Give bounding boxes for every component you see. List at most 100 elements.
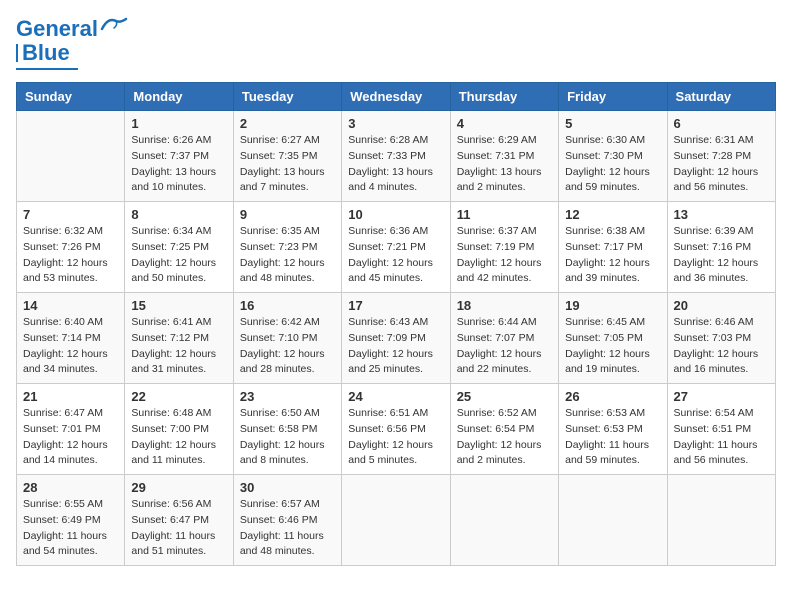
calendar-header-row: SundayMondayTuesdayWednesdayThursdayFrid… xyxy=(17,83,776,111)
day-info: Sunrise: 6:37 AM Sunset: 7:19 PM Dayligh… xyxy=(457,224,552,287)
calendar-week-3: 14 Sunrise: 6:40 AM Sunset: 7:14 PM Dayli… xyxy=(17,293,776,384)
day-info: Sunrise: 6:52 AM Sunset: 6:54 PM Dayligh… xyxy=(457,406,552,469)
day-info: Sunrise: 6:28 AM Sunset: 7:33 PM Dayligh… xyxy=(348,133,443,196)
calendar-cell xyxy=(559,475,667,566)
day-number: 22 xyxy=(131,389,226,404)
calendar-cell xyxy=(342,475,450,566)
day-info: Sunrise: 6:50 AM Sunset: 6:58 PM Dayligh… xyxy=(240,406,335,469)
day-number: 3 xyxy=(348,116,443,131)
calendar-cell xyxy=(450,475,558,566)
day-number: 27 xyxy=(674,389,769,404)
day-info: Sunrise: 6:54 AM Sunset: 6:51 PM Dayligh… xyxy=(674,406,769,469)
day-number: 16 xyxy=(240,298,335,313)
day-number: 17 xyxy=(348,298,443,313)
day-number: 19 xyxy=(565,298,660,313)
calendar-cell: 8 Sunrise: 6:34 AM Sunset: 7:25 PM Daylig… xyxy=(125,202,233,293)
calendar-cell: 12Sunrise: 6:38 AM Sunset: 7:17 PM Dayli… xyxy=(559,202,667,293)
day-number: 30 xyxy=(240,480,335,495)
calendar-cell: 27 Sunrise: 6:54 AM Sunset: 6:51 PM Dayli… xyxy=(667,384,775,475)
day-info: Sunrise: 6:47 AM Sunset: 7:01 PM Dayligh… xyxy=(23,406,118,469)
day-info: Sunrise: 6:30 AM Sunset: 7:30 PM Dayligh… xyxy=(565,133,660,196)
calendar-cell xyxy=(17,111,125,202)
calendar-cell: 20Sunrise: 6:46 AM Sunset: 7:03 PM Dayli… xyxy=(667,293,775,384)
calendar-cell: 9 Sunrise: 6:35 AM Sunset: 7:23 PM Daylig… xyxy=(233,202,341,293)
day-number: 26 xyxy=(565,389,660,404)
calendar-week-5: 28 Sunrise: 6:55 AM Sunset: 6:49 PM Dayli… xyxy=(17,475,776,566)
day-info: Sunrise: 6:46 AM Sunset: 7:03 PM Dayligh… xyxy=(674,315,769,378)
day-number: 25 xyxy=(457,389,552,404)
calendar-cell: 15Sunrise: 6:41 AM Sunset: 7:12 PM Dayli… xyxy=(125,293,233,384)
calendar-cell: 28 Sunrise: 6:55 AM Sunset: 6:49 PM Dayli… xyxy=(17,475,125,566)
calendar-cell: 18 Sunrise: 6:44 AM Sunset: 7:07 PM Dayli… xyxy=(450,293,558,384)
calendar-cell: 29Sunrise: 6:56 AM Sunset: 6:47 PM Dayli… xyxy=(125,475,233,566)
day-number: 23 xyxy=(240,389,335,404)
header-cell-wednesday: Wednesday xyxy=(342,83,450,111)
day-info: Sunrise: 6:57 AM Sunset: 6:46 PM Dayligh… xyxy=(240,497,335,560)
calendar-cell: 4 Sunrise: 6:29 AM Sunset: 7:31 PM Daylig… xyxy=(450,111,558,202)
day-info: Sunrise: 6:53 AM Sunset: 6:53 PM Dayligh… xyxy=(565,406,660,469)
logo-bird-icon xyxy=(100,15,128,35)
day-info: Sunrise: 6:27 AM Sunset: 7:35 PM Dayligh… xyxy=(240,133,335,196)
day-info: Sunrise: 6:41 AM Sunset: 7:12 PM Dayligh… xyxy=(131,315,226,378)
day-info: Sunrise: 6:56 AM Sunset: 6:47 PM Dayligh… xyxy=(131,497,226,560)
day-number: 28 xyxy=(23,480,118,495)
calendar-cell: 19 Sunrise: 6:45 AM Sunset: 7:05 PM Dayli… xyxy=(559,293,667,384)
day-info: Sunrise: 6:40 AM Sunset: 7:14 PM Dayligh… xyxy=(23,315,118,378)
day-info: Sunrise: 6:34 AM Sunset: 7:25 PM Dayligh… xyxy=(131,224,226,287)
day-info: Sunrise: 6:55 AM Sunset: 6:49 PM Dayligh… xyxy=(23,497,118,560)
calendar-cell: 21 Sunrise: 6:47 AM Sunset: 7:01 PM Dayli… xyxy=(17,384,125,475)
header-cell-saturday: Saturday xyxy=(667,83,775,111)
calendar-week-2: 7 Sunrise: 6:32 AM Sunset: 7:26 PM Daylig… xyxy=(17,202,776,293)
day-number: 8 xyxy=(131,207,226,222)
calendar-cell: 25 Sunrise: 6:52 AM Sunset: 6:54 PM Dayli… xyxy=(450,384,558,475)
calendar-cell: 30 Sunrise: 6:57 AM Sunset: 6:46 PM Dayli… xyxy=(233,475,341,566)
day-info: Sunrise: 6:42 AM Sunset: 7:10 PM Dayligh… xyxy=(240,315,335,378)
calendar-cell: 11 Sunrise: 6:37 AM Sunset: 7:19 PM Dayli… xyxy=(450,202,558,293)
logo-underline xyxy=(16,68,78,70)
logo-general: General xyxy=(16,16,98,41)
calendar-cell: 6Sunrise: 6:31 AM Sunset: 7:28 PM Daylig… xyxy=(667,111,775,202)
day-info: Sunrise: 6:32 AM Sunset: 7:26 PM Dayligh… xyxy=(23,224,118,287)
day-number: 13 xyxy=(674,207,769,222)
day-number: 9 xyxy=(240,207,335,222)
calendar-table: SundayMondayTuesdayWednesdayThursdayFrid… xyxy=(16,82,776,566)
day-info: Sunrise: 6:45 AM Sunset: 7:05 PM Dayligh… xyxy=(565,315,660,378)
day-number: 4 xyxy=(457,116,552,131)
calendar-cell: 22 Sunrise: 6:48 AM Sunset: 7:00 PM Dayli… xyxy=(125,384,233,475)
day-number: 10 xyxy=(348,207,443,222)
day-info: Sunrise: 6:26 AM Sunset: 7:37 PM Dayligh… xyxy=(131,133,226,196)
day-number: 21 xyxy=(23,389,118,404)
day-number: 7 xyxy=(23,207,118,222)
day-number: 5 xyxy=(565,116,660,131)
calendar-cell xyxy=(667,475,775,566)
header-cell-thursday: Thursday xyxy=(450,83,558,111)
calendar-cell: 13Sunrise: 6:39 AM Sunset: 7:16 PM Dayli… xyxy=(667,202,775,293)
calendar-cell: 3 Sunrise: 6:28 AM Sunset: 7:33 PM Daylig… xyxy=(342,111,450,202)
calendar-cell: 1 Sunrise: 6:26 AM Sunset: 7:37 PM Daylig… xyxy=(125,111,233,202)
day-number: 14 xyxy=(23,298,118,313)
calendar-cell: 17Sunrise: 6:43 AM Sunset: 7:09 PM Dayli… xyxy=(342,293,450,384)
calendar-cell: 2 Sunrise: 6:27 AM Sunset: 7:35 PM Daylig… xyxy=(233,111,341,202)
day-info: Sunrise: 6:29 AM Sunset: 7:31 PM Dayligh… xyxy=(457,133,552,196)
day-number: 24 xyxy=(348,389,443,404)
header-cell-friday: Friday xyxy=(559,83,667,111)
calendar-week-1: 1 Sunrise: 6:26 AM Sunset: 7:37 PM Daylig… xyxy=(17,111,776,202)
day-info: Sunrise: 6:35 AM Sunset: 7:23 PM Dayligh… xyxy=(240,224,335,287)
page-header: General Blue xyxy=(16,16,776,70)
calendar-cell: 5 Sunrise: 6:30 AM Sunset: 7:30 PM Daylig… xyxy=(559,111,667,202)
logo-divider xyxy=(16,44,18,62)
calendar-cell: 26 Sunrise: 6:53 AM Sunset: 6:53 PM Dayli… xyxy=(559,384,667,475)
day-number: 11 xyxy=(457,207,552,222)
day-info: Sunrise: 6:36 AM Sunset: 7:21 PM Dayligh… xyxy=(348,224,443,287)
day-info: Sunrise: 6:38 AM Sunset: 7:17 PM Dayligh… xyxy=(565,224,660,287)
day-number: 2 xyxy=(240,116,335,131)
calendar-cell: 14 Sunrise: 6:40 AM Sunset: 7:14 PM Dayli… xyxy=(17,293,125,384)
header-cell-monday: Monday xyxy=(125,83,233,111)
day-number: 18 xyxy=(457,298,552,313)
day-info: Sunrise: 6:48 AM Sunset: 7:00 PM Dayligh… xyxy=(131,406,226,469)
logo: General Blue xyxy=(16,16,128,70)
calendar-cell: 16 Sunrise: 6:42 AM Sunset: 7:10 PM Dayli… xyxy=(233,293,341,384)
day-info: Sunrise: 6:44 AM Sunset: 7:07 PM Dayligh… xyxy=(457,315,552,378)
calendar-week-4: 21 Sunrise: 6:47 AM Sunset: 7:01 PM Dayli… xyxy=(17,384,776,475)
day-number: 1 xyxy=(131,116,226,131)
